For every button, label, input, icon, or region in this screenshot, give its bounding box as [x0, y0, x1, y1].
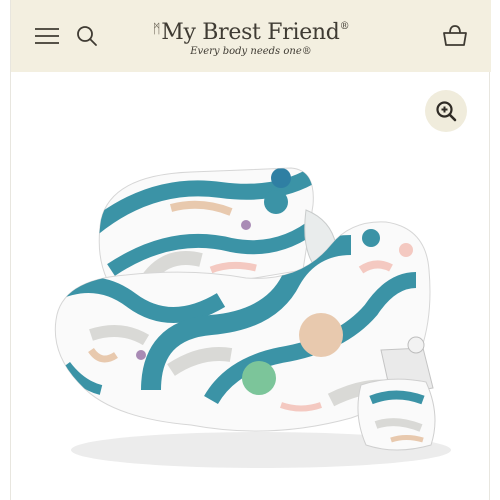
brand-logo[interactable]: ᛗMy Brest Friend® Every body needs one® [141, 10, 361, 62]
brand-name-line: ᛗMy Brest Friend® [141, 14, 361, 46]
page-frame: ᛗMy Brest Friend® Every body needs one® [10, 0, 491, 500]
hamburger-menu-icon[interactable] [29, 18, 65, 54]
brand-tagline: Every body needs one® [190, 46, 312, 57]
basket-icon[interactable] [437, 18, 473, 54]
brand-mark: ᛗ [152, 22, 161, 37]
nursing-pillow-photo[interactable] [31, 150, 491, 480]
zoom-in-icon[interactable] [425, 90, 467, 132]
registered-mark: ® [339, 21, 350, 32]
search-icon[interactable] [69, 18, 105, 54]
brand-name: My Brest Friend [161, 20, 340, 45]
site-header: ᛗMy Brest Friend® Every body needs one® [11, 0, 491, 72]
